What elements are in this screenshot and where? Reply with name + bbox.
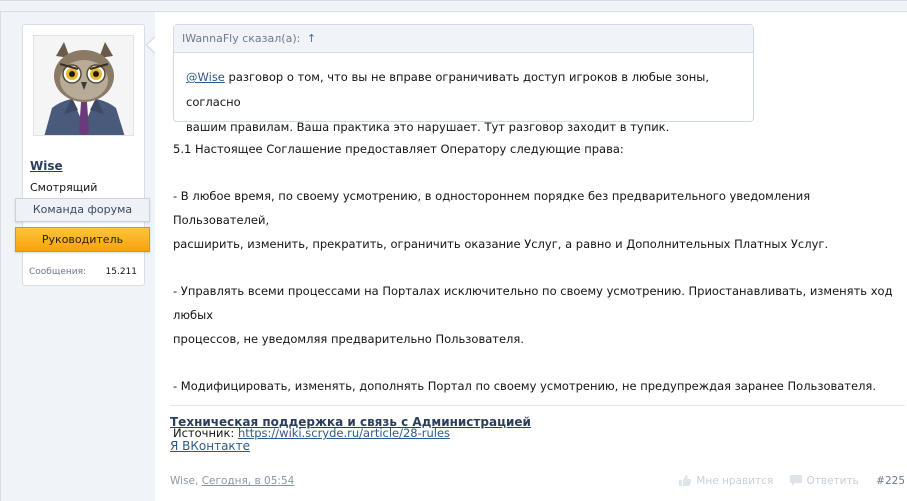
quote-mention[interactable]: @Wise bbox=[186, 70, 225, 84]
top-strip bbox=[0, 0, 907, 12]
message-content: IWannaFly сказал(а): ↑ @Wise разговор о … bbox=[155, 12, 907, 501]
post-paragraph: 5.1 Настоящее Соглашение предоставляет О… bbox=[173, 142, 624, 156]
quote-line2: вашим правилам. Ваша практика это наруша… bbox=[186, 120, 670, 134]
owl-avatar-image bbox=[34, 36, 133, 135]
thumbs-up-icon bbox=[679, 475, 692, 486]
bubble-pointer-fill bbox=[147, 37, 156, 53]
reply-label: Ответить bbox=[806, 475, 859, 487]
post-paragraph: - Модифицировать, изменять, дополнять По… bbox=[173, 379, 877, 393]
quote-line1: разговор о том, что вы не вправе огранич… bbox=[186, 70, 710, 109]
user-title: Смотрящий bbox=[30, 181, 98, 194]
footer-separator: , bbox=[195, 475, 202, 487]
avatar[interactable] bbox=[33, 35, 134, 136]
reply-button[interactable]: Ответить bbox=[789, 472, 859, 490]
quote-author[interactable]: IWannaFly сказал(а): bbox=[182, 32, 300, 45]
like-label: Мне нравится bbox=[696, 475, 774, 487]
messages-stat-label: Сообщения: bbox=[29, 267, 87, 277]
post-paragraph: - Управлять всеми процессами на Порталах… bbox=[173, 284, 893, 322]
username-link[interactable]: Wise bbox=[30, 159, 63, 173]
quote-jump-arrow-icon[interactable]: ↑ bbox=[307, 32, 316, 45]
quote-body: @Wise разговор о том, что вы не вправе о… bbox=[174, 53, 753, 140]
post-date-link[interactable]: Сегодня, в 05:54 bbox=[202, 475, 295, 487]
footer-actions: Мне нравится Ответить #225 bbox=[666, 472, 905, 490]
signature: Техническая поддержка и связь с Админист… bbox=[170, 405, 905, 456]
speech-bubble-icon bbox=[789, 475, 802, 486]
post-body: 5.1 Настоящее Соглашение предоставляет О… bbox=[173, 137, 893, 445]
quote-header: IWannaFly сказал(а): ↑ bbox=[174, 25, 753, 53]
messages-stat-value: 15.211 bbox=[105, 267, 138, 277]
banner-lead: Руководитель bbox=[15, 227, 150, 252]
quote-block: IWannaFly сказал(а): ↑ @Wise разговор о … bbox=[173, 24, 754, 134]
post-paragraph: - В любое время, по своему усмотрению, в… bbox=[173, 189, 811, 227]
post-paragraph: расширить, изменить, прекратить, огранич… bbox=[173, 237, 829, 251]
like-button[interactable]: Мне нравится bbox=[678, 472, 773, 490]
support-link[interactable]: Техническая поддержка и связь с Админист… bbox=[170, 412, 905, 432]
post-number-link[interactable]: #225 bbox=[876, 472, 905, 490]
footer-author[interactable]: Wise bbox=[170, 475, 195, 487]
vk-link[interactable]: Я ВКонтакте bbox=[170, 436, 905, 456]
post-paragraph: процессов, не уведомляя предварительно П… bbox=[173, 332, 524, 346]
message-footer: Wise, Сегодня, в 05:54 Мне нравится Отве… bbox=[170, 472, 905, 490]
banner-team: Команда форума bbox=[15, 198, 150, 222]
